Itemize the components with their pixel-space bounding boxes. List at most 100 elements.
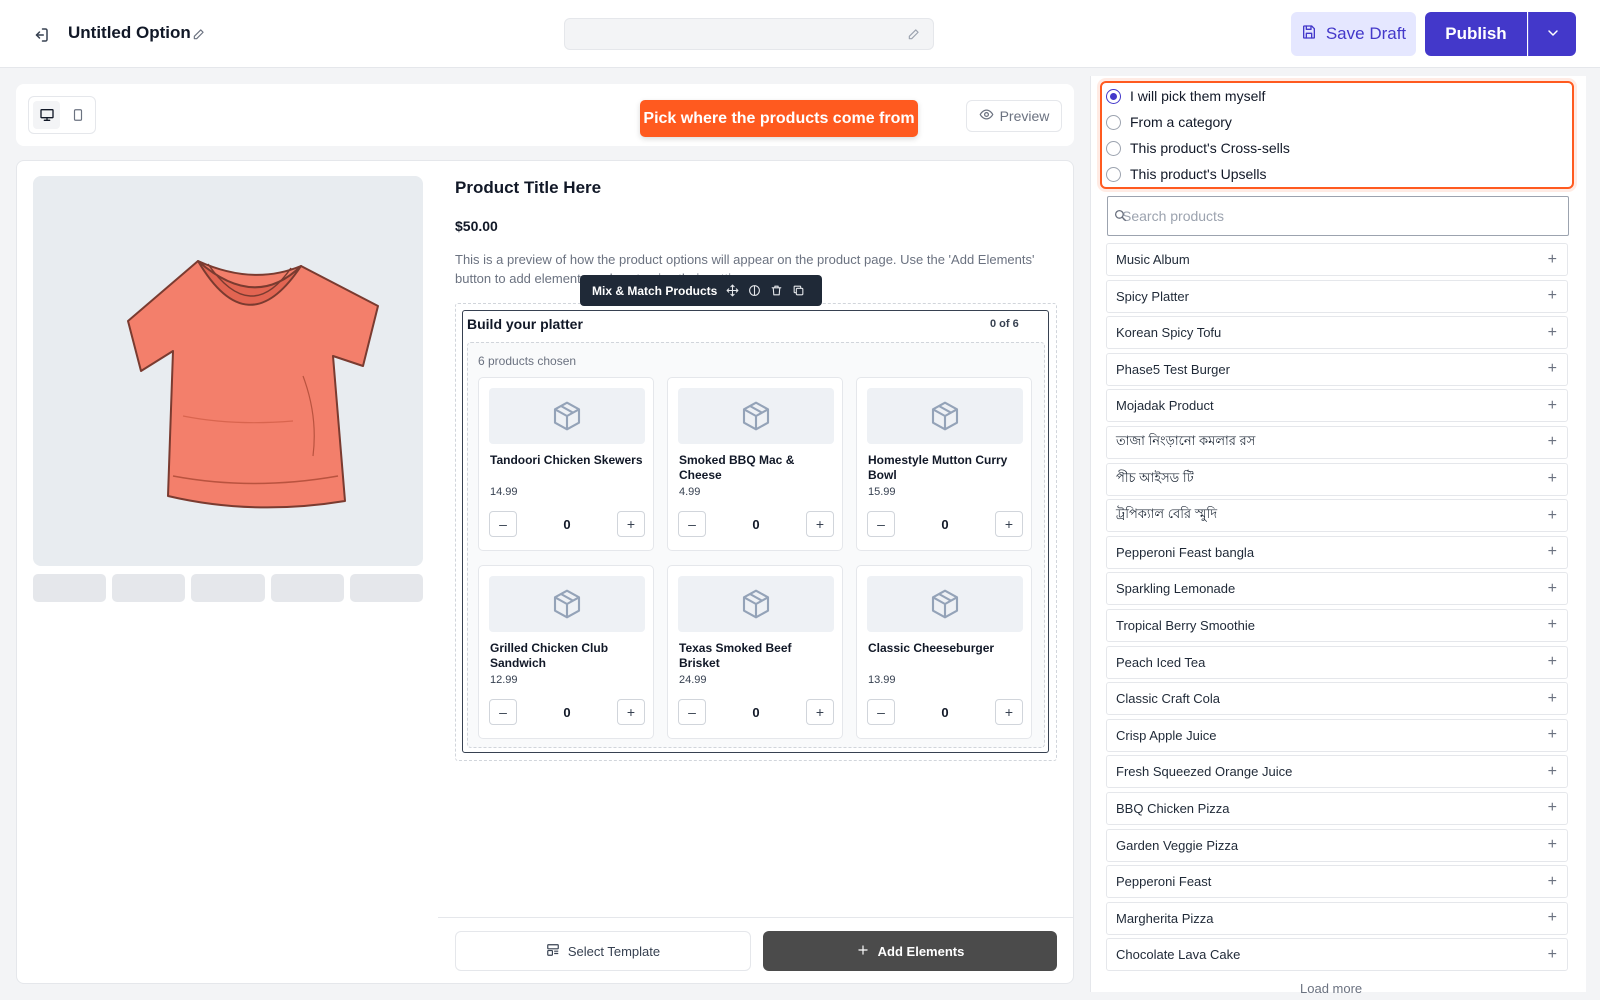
quantity-stepper: – 0 + [489, 699, 645, 725]
add-elements-button[interactable]: Add Elements [763, 931, 1057, 971]
product-price: $50.00 [455, 218, 498, 234]
source-option-manual[interactable]: I will pick them myself [1106, 86, 1265, 106]
add-icon[interactable]: + [1548, 251, 1557, 268]
decrease-quantity-button[interactable]: – [489, 699, 517, 725]
mobile-icon[interactable] [64, 101, 91, 129]
radio-button[interactable] [1106, 88, 1121, 104]
add-icon[interactable]: + [1548, 397, 1557, 414]
thumbnail[interactable] [349, 574, 424, 602]
thumbnail[interactable] [112, 574, 186, 602]
move-icon[interactable] [725, 284, 739, 298]
list-item[interactable]: Pepperoni Feast + [1106, 865, 1568, 899]
thumbnail[interactable] [33, 574, 107, 602]
thumbnail[interactable] [191, 574, 265, 602]
desktop-icon[interactable] [33, 101, 60, 129]
add-icon[interactable]: + [1548, 507, 1557, 524]
load-more-link[interactable]: Load more [1300, 981, 1362, 996]
product-card-price: 24.99 [679, 674, 707, 686]
add-icon[interactable]: + [1548, 288, 1557, 304]
add-icon[interactable]: + [1548, 690, 1557, 707]
list-item[interactable]: Garden Veggie Pizza + [1106, 828, 1568, 862]
list-item[interactable]: BBQ Chicken Pizza + [1106, 791, 1568, 825]
thumbnail[interactable] [270, 574, 344, 602]
list-item[interactable]: Phase5 Test Burger + [1106, 352, 1568, 386]
add-icon[interactable]: + [1548, 434, 1557, 450]
exit-icon[interactable] [30, 24, 52, 46]
columns-icon[interactable] [747, 284, 761, 298]
list-item[interactable]: Fresh Squeezed Orange Juice + [1106, 755, 1568, 789]
increase-quantity-button[interactable]: + [616, 511, 645, 537]
radio-button[interactable] [1106, 140, 1121, 156]
increase-quantity-button[interactable]: + [994, 699, 1023, 725]
add-icon[interactable]: + [1548, 617, 1557, 633]
publish-options-button[interactable] [1528, 12, 1576, 56]
delete-icon[interactable] [769, 284, 783, 298]
radio-button[interactable] [1106, 114, 1121, 130]
increase-quantity-button[interactable]: + [805, 511, 834, 537]
product-name: Tropical Berry Smoothie [1116, 617, 1255, 633]
product-card-name: Smoked BBQ Mac & Cheese [679, 453, 795, 482]
list-item[interactable]: Tropical Berry Smoothie + [1106, 608, 1568, 642]
source-option-cross-sells[interactable]: This product's Cross-sells [1106, 138, 1290, 158]
increase-quantity-button[interactable]: + [805, 699, 834, 725]
list-item[interactable]: তাজা নিংড়ানো কমলার রস + [1106, 425, 1568, 459]
list-item[interactable]: Peach Iced Tea + [1106, 645, 1568, 679]
select-template-button[interactable]: Select Template [455, 931, 751, 971]
add-icon[interactable]: + [1548, 910, 1557, 926]
add-icon[interactable]: + [1548, 800, 1557, 816]
add-icon[interactable]: + [1548, 471, 1557, 487]
decrease-quantity-button[interactable]: – [678, 511, 706, 537]
product-card-name: Classic Cheeseburger [868, 641, 995, 655]
source-option-label: This product's Upsells [1130, 166, 1267, 182]
source-option-category[interactable]: From a category [1106, 112, 1232, 132]
add-icon[interactable]: + [1548, 324, 1557, 341]
source-option-upsells[interactable]: This product's Upsells [1106, 164, 1267, 184]
add-icon[interactable]: + [1548, 580, 1557, 597]
preview-button[interactable]: Preview [966, 100, 1062, 132]
list-item[interactable]: ট্রপিক্যাল বেরি স্মুদি + [1106, 499, 1568, 533]
increase-quantity-button[interactable]: + [616, 699, 645, 725]
product-name: Chocolate Lava Cake [1116, 947, 1241, 963]
list-item[interactable]: পীচ আইসড টি + [1106, 462, 1568, 496]
add-icon[interactable]: + [1548, 727, 1557, 743]
publish-button[interactable]: Publish [1425, 12, 1527, 56]
product-card: Classic Cheeseburger 13.99 – 0 + [856, 565, 1032, 739]
decrease-quantity-button[interactable]: – [867, 699, 895, 725]
product-card-name: Homestyle Mutton Curry Bowl [868, 453, 1008, 482]
add-icon[interactable]: + [1548, 873, 1557, 890]
products-chosen-label: 6 products chosen [478, 354, 577, 368]
product-name: Pepperoni Feast [1116, 874, 1212, 890]
list-item[interactable]: Classic Craft Cola + [1106, 682, 1568, 716]
select-template-label: Select Template [567, 943, 661, 959]
list-item[interactable]: Crisp Apple Juice + [1106, 718, 1568, 752]
save-draft-button[interactable]: Save Draft [1291, 12, 1416, 56]
list-item[interactable]: Spicy Platter + [1106, 279, 1568, 313]
list-item[interactable]: Margherita Pizza + [1106, 901, 1568, 935]
radio-button[interactable] [1106, 166, 1121, 182]
decrease-quantity-button[interactable]: – [678, 699, 706, 725]
product-name: Music Album [1116, 252, 1190, 267]
list-item[interactable]: Sparkling Lemonade + [1106, 572, 1568, 606]
product-list: Music Album + Spicy Platter + Korean Spicy… [1106, 243, 1568, 975]
product-name: Fresh Squeezed Orange Juice [1116, 764, 1293, 780]
product-search-input[interactable] [1107, 196, 1569, 236]
increase-quantity-button[interactable]: + [994, 511, 1023, 537]
quantity-value: 0 [563, 516, 571, 532]
decrease-quantity-button[interactable]: – [489, 511, 517, 537]
list-item[interactable]: Mojadak Product + [1106, 389, 1568, 423]
chevron-down-icon [1545, 25, 1561, 44]
list-item[interactable]: Music Album + [1106, 243, 1568, 276]
add-icon[interactable]: + [1548, 946, 1557, 963]
add-icon[interactable]: + [1548, 837, 1557, 853]
list-item[interactable]: Korean Spicy Tofu + [1106, 316, 1568, 350]
edit-title-icon[interactable] [192, 27, 206, 41]
duplicate-icon[interactable] [791, 284, 805, 298]
list-item[interactable]: Pepperoni Feast bangla + [1106, 535, 1568, 569]
list-item[interactable]: Chocolate Lava Cake + [1106, 938, 1568, 972]
add-icon[interactable]: + [1548, 654, 1557, 670]
add-icon[interactable]: + [1548, 361, 1557, 377]
decrease-quantity-button[interactable]: – [867, 511, 895, 537]
option-description-field[interactable] [564, 18, 934, 50]
add-icon[interactable]: + [1548, 763, 1557, 780]
add-icon[interactable]: + [1548, 544, 1557, 560]
